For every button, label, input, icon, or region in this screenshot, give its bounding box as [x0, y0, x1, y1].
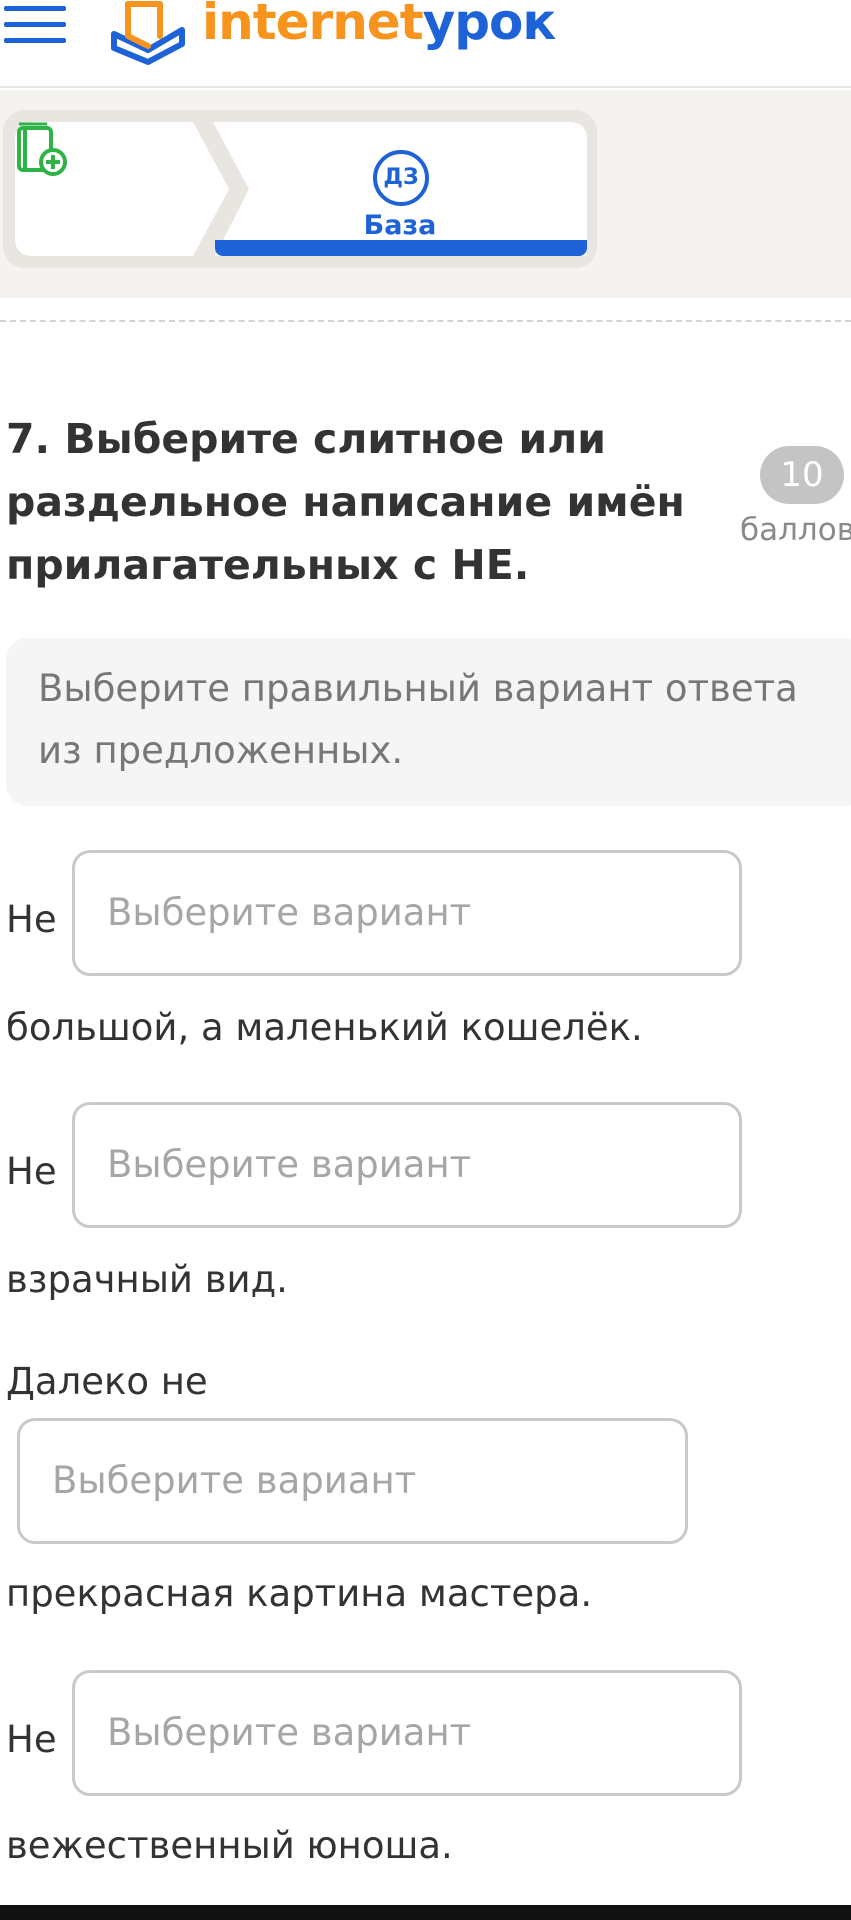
tab-base[interactable]: ДЗ База: [213, 122, 587, 256]
answer-select[interactable]: Выберите вариант: [72, 1102, 742, 1228]
item-suffix: вежественный юноша.: [6, 1824, 453, 1867]
active-tab-indicator: [215, 240, 587, 256]
question-title: 7. Выберите слитное или раздельное напис…: [6, 415, 685, 589]
logo-book-icon: [111, 1, 185, 65]
answer-select[interactable]: Выберите вариант: [17, 1418, 688, 1544]
homework-icon: ДЗ: [373, 150, 429, 206]
bottom-bar: [0, 1905, 851, 1920]
logo-text: internetурок: [202, 0, 556, 51]
logo[interactable]: internetурок: [108, 0, 556, 70]
item-prefix: Не: [6, 1718, 57, 1761]
menu-icon[interactable]: [4, 6, 68, 44]
tabs-container: ДЗ База: [3, 110, 597, 268]
item-suffix: взрачный вид.: [6, 1258, 288, 1301]
item-prefix: Не: [6, 1150, 57, 1193]
tabs-area: ДЗ База: [0, 90, 851, 298]
item-suffix: прекрасная картина мастера.: [6, 1572, 593, 1615]
item-prefix: Не: [6, 898, 57, 941]
tab-base-label: База: [363, 210, 437, 241]
tab-add-homework[interactable]: [15, 122, 230, 256]
instruction-box: Выберите правильный вариант ответа из пр…: [6, 638, 851, 806]
header: internetурок: [0, 0, 851, 88]
divider: [0, 320, 851, 322]
item-suffix: большой, а маленький кошелёк.: [6, 1006, 643, 1049]
answer-select[interactable]: Выберите вариант: [72, 1670, 742, 1796]
item-prefix: Далеко не: [6, 1360, 208, 1403]
answer-select[interactable]: Выберите вариант: [72, 850, 742, 976]
book-add-icon: [17, 122, 67, 176]
score-badge: 10: [760, 446, 844, 504]
score-label: баллов: [740, 512, 851, 548]
